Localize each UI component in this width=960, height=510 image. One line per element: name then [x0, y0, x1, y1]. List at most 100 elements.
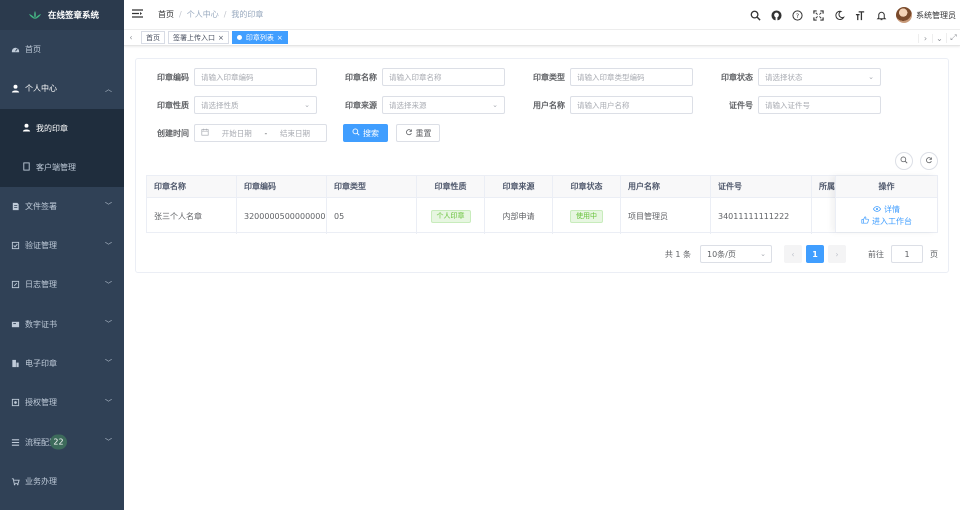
- logo-icon: [29, 11, 41, 19]
- tag-seal-list[interactable]: 印章列表 ×: [231, 31, 288, 44]
- breadcrumb-item-home[interactable]: 首页: [158, 9, 174, 20]
- seal-type-input[interactable]: 请输入印章类型编码: [570, 68, 693, 86]
- sidebar-item-label: 数字证书: [25, 319, 57, 329]
- sidebar-item-log-management[interactable]: 日志管理 ﹀: [0, 265, 124, 304]
- seal-source-select[interactable]: 请选择来源 ⌄: [382, 96, 505, 114]
- main-card: 印章编码 请输入印章编码 印章名称 请输入印章名称 印章类型 请输入印章类型编码…: [135, 58, 949, 273]
- column-header: 印章名称: [147, 176, 237, 197]
- sidebar-item-file-signing[interactable]: 文件签署 ﹀: [0, 187, 124, 226]
- sidebar-item-label: 验证管理: [25, 241, 57, 251]
- breadcrumb-separator: /: [179, 10, 182, 19]
- user-icon: [22, 123, 31, 134]
- sidebar-item-digital-certificate[interactable]: 数字证书 ﹀: [0, 304, 124, 343]
- tag-label: 签署上传入口: [173, 33, 215, 42]
- refresh-table-button[interactable]: [920, 152, 938, 170]
- user-name[interactable]: 系统管理员: [916, 10, 956, 21]
- user-name-input[interactable]: 请输入用户名称: [570, 96, 693, 114]
- enter-workspace-link[interactable]: 进入工作台: [861, 216, 912, 228]
- actions-cell: 详情 进入工作台: [836, 197, 937, 234]
- active-dot: [236, 35, 242, 40]
- close-icon[interactable]: ×: [277, 34, 283, 42]
- tags-view: ‹ 首页 签署上传入口 × 印章列表 × › ⌄ ⤢: [124, 30, 960, 46]
- actions-column: 操作 详情 进入工作台: [835, 176, 937, 232]
- navbar: 首页 / 个人中心 / 我的印章 ? 系统管理员: [124, 0, 960, 30]
- next-page-button[interactable]: ›: [828, 245, 846, 263]
- sidebar-item-verification[interactable]: 验证管理 ﹀: [0, 226, 124, 265]
- font-size-icon[interactable]: [853, 7, 869, 23]
- sidebar-item-electronic-seal[interactable]: 电子印章 ﹀: [0, 344, 124, 383]
- avatar[interactable]: [896, 7, 912, 23]
- detail-link-label: 详情: [884, 205, 900, 214]
- detail-link[interactable]: 详情: [872, 204, 900, 216]
- sidebar-item-my-seals[interactable]: 我的印章: [0, 108, 124, 148]
- bell-icon[interactable]: [874, 7, 890, 23]
- table-header: 印章名称 印章编码 印章类型 印章性质 印章来源 印章状态 用户名称 证件号 所…: [147, 176, 937, 197]
- chevron-right-icon[interactable]: ›: [918, 33, 932, 43]
- search-icon: [352, 128, 360, 138]
- page-size-select[interactable]: 10条/页 ⌄: [700, 245, 772, 263]
- start-date-placeholder: 开始日期: [221, 128, 252, 138]
- cart-icon: [11, 477, 20, 486]
- seal-nature-tag: 个人印章: [430, 209, 471, 223]
- sidebar-item-personal-center[interactable]: 个人中心 ︿: [0, 69, 124, 108]
- cert-no-input[interactable]: 请输入证件号: [758, 96, 881, 114]
- close-icon[interactable]: ×: [218, 34, 224, 42]
- seal-status-select[interactable]: 请选择状态 ⌄: [758, 68, 881, 86]
- search-button[interactable]: 搜索: [343, 124, 388, 142]
- chevron-down-icon: ⌄: [760, 250, 766, 258]
- chevron-down-icon: ﹀: [105, 280, 112, 289]
- page-number-current[interactable]: 1: [806, 245, 824, 263]
- search-button-label: 搜索: [363, 128, 379, 138]
- prev-page-button[interactable]: ‹: [784, 245, 802, 263]
- form-item-seal-code: 印章编码 请输入印章编码: [154, 68, 317, 86]
- tag-sign-upload[interactable]: 签署上传入口 ×: [168, 31, 229, 44]
- cell-user-name: 项目管理员: [621, 198, 711, 234]
- sidebar-item-home[interactable]: 首页: [0, 30, 124, 69]
- expand-icon[interactable]: ⤢: [946, 33, 960, 43]
- sidebar-item-authorization[interactable]: 授权管理 ﹀: [0, 383, 124, 422]
- chevron-down-icon: ﹀: [105, 398, 112, 407]
- eye-icon: [872, 204, 882, 216]
- reset-button[interactable]: 重置: [396, 124, 440, 142]
- chevron-left-icon[interactable]: ‹: [124, 33, 138, 42]
- calendar-icon: [201, 128, 209, 138]
- sidebar-item-label: 授权管理: [25, 398, 57, 408]
- seal-name-input[interactable]: 请输入印章名称: [382, 68, 505, 86]
- cert-no-label: 证件号: [729, 100, 753, 110]
- search-icon[interactable]: [748, 7, 764, 23]
- help-icon[interactable]: ?: [790, 7, 806, 23]
- fullscreen-icon[interactable]: [811, 7, 827, 23]
- sidebar-item-business[interactable]: 业务办理: [0, 462, 124, 501]
- toggle-search-button[interactable]: [895, 152, 913, 170]
- sidebar-item-process-config[interactable]: 流程配置 22 ﹀: [0, 422, 124, 461]
- breadcrumb-item-personal-center[interactable]: 个人中心: [187, 9, 219, 20]
- svg-text:?: ?: [796, 11, 799, 19]
- tag-home[interactable]: 首页: [141, 31, 165, 44]
- column-header: 印章类型: [327, 176, 417, 197]
- user-name-placeholder: 请输入用户名称: [577, 100, 630, 110]
- goto-page-input[interactable]: 1: [891, 245, 923, 263]
- seal-table: 印章名称 印章编码 印章类型 印章性质 印章来源 印章状态 用户名称 证件号 所…: [146, 175, 938, 234]
- date-range-picker[interactable]: 开始日期 - 结束日期: [194, 124, 327, 142]
- cell-seal-source: 内部申请: [485, 198, 553, 234]
- theme-icon[interactable]: [832, 7, 848, 23]
- refresh-icon: [405, 128, 413, 138]
- chevron-down-icon: ﹀: [105, 438, 112, 447]
- breadcrumb: 首页 / 个人中心 / 我的印章: [158, 9, 263, 20]
- chevron-down-icon[interactable]: ⌄: [932, 33, 946, 43]
- seal-nature-select[interactable]: 请选择性质 ⌄: [194, 96, 317, 114]
- hamburger-icon[interactable]: [132, 8, 146, 21]
- stamp-icon: [11, 359, 20, 368]
- github-icon[interactable]: [769, 7, 785, 23]
- seal-code-input[interactable]: 请输入印章编码: [194, 68, 317, 86]
- chevron-down-icon: ﹀: [105, 202, 112, 211]
- sidebar-item-label: 我的印章: [36, 123, 68, 133]
- sidebar-item-client-management[interactable]: 客户端管理: [0, 148, 124, 187]
- chevron-down-icon: ﹀: [105, 241, 112, 250]
- column-header: 印章性质: [417, 176, 485, 197]
- client-icon: [22, 162, 31, 173]
- app-title: 在线签章系统: [48, 11, 100, 21]
- sidebar-item-label: 客户端管理: [36, 162, 76, 172]
- page-unit-label: 页: [930, 249, 938, 259]
- chevron-down-icon: ﹀: [105, 320, 112, 329]
